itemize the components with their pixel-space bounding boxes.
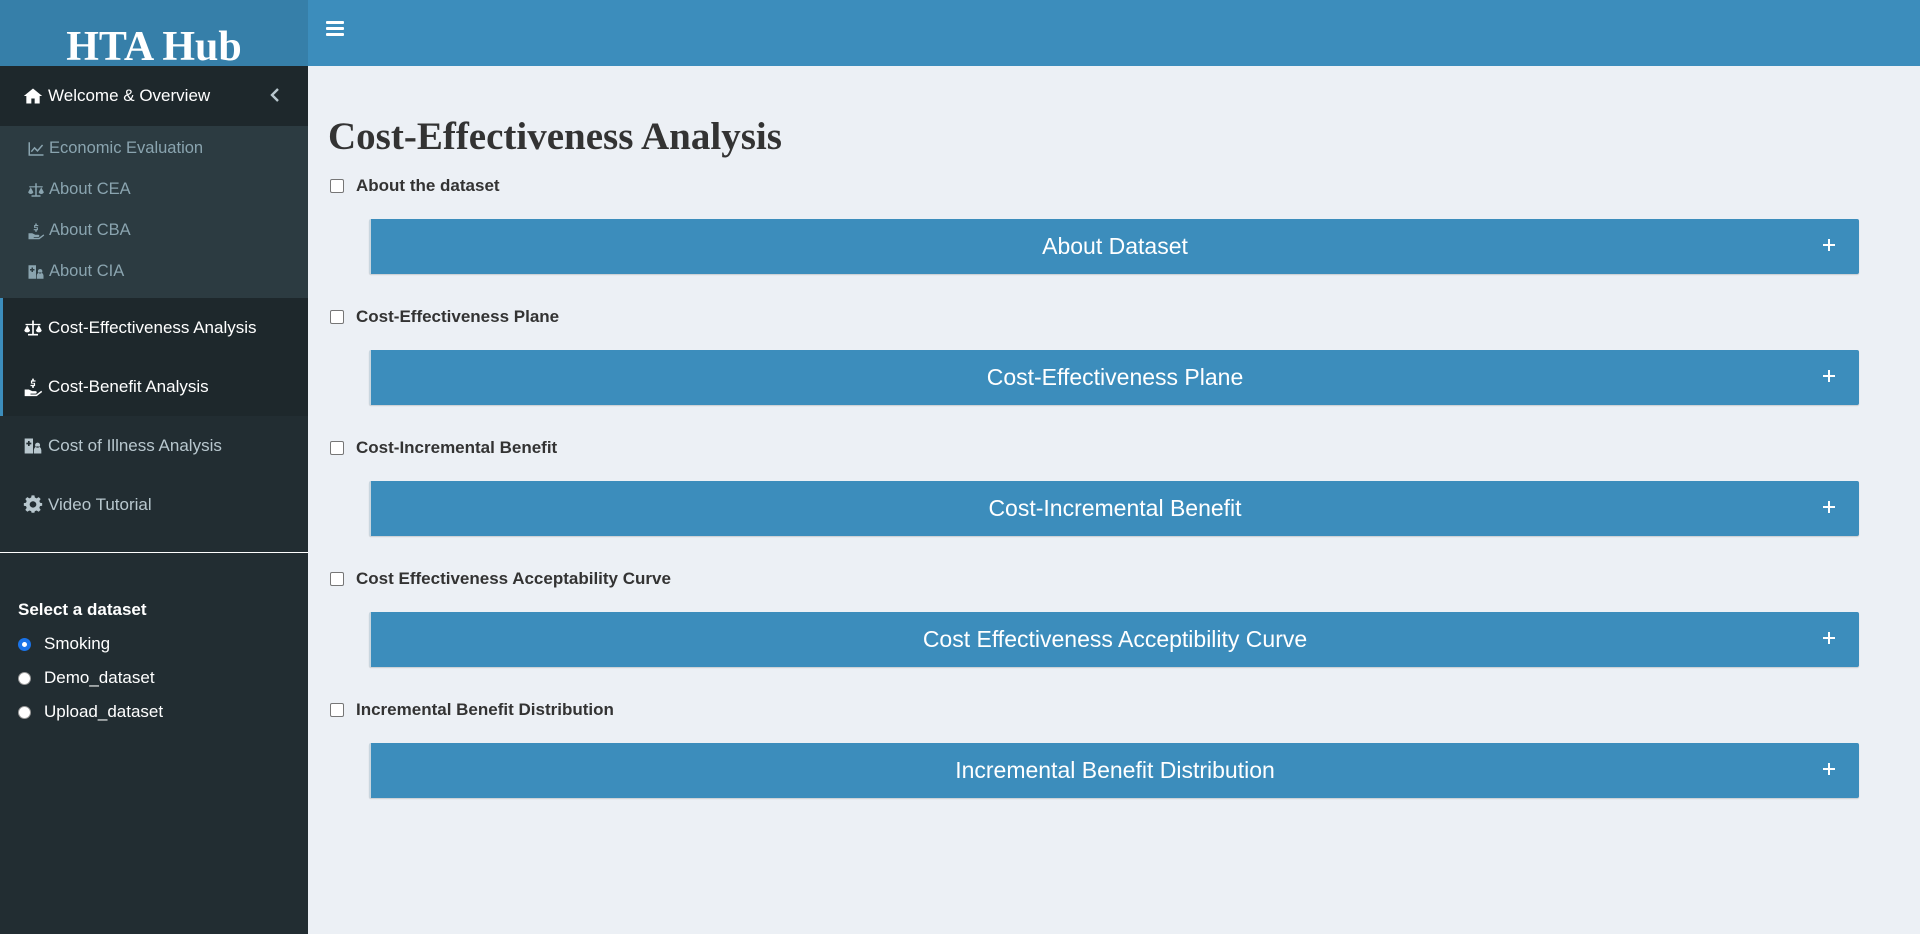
collapsible-box-incremental-benefit-distribution[interactable]: Incremental Benefit Distribution bbox=[369, 743, 1859, 798]
dataset-select-label: Select a dataset bbox=[18, 600, 147, 619]
app-logo[interactable]: HTA Hub bbox=[0, 0, 308, 66]
top-navbar bbox=[308, 0, 1920, 66]
balance-scale-icon bbox=[26, 180, 46, 200]
dataset-option-demo-dataset[interactable]: Demo_dataset bbox=[18, 661, 163, 695]
plus-icon[interactable] bbox=[1821, 761, 1837, 777]
sidebar-divider bbox=[0, 552, 308, 553]
collapsible-box-about-dataset[interactable]: About Dataset bbox=[369, 219, 1859, 274]
radio-button[interactable] bbox=[18, 705, 31, 719]
sidebar-subitem-label: About CEA bbox=[49, 180, 131, 198]
sidebar-item-label: Video Tutorial bbox=[48, 494, 152, 514]
sidebar-item-welcome-overview[interactable]: Welcome & Overview bbox=[0, 66, 308, 126]
chevron-left-icon[interactable] bbox=[268, 86, 282, 104]
checkbox[interactable] bbox=[330, 441, 344, 455]
plus-icon[interactable] bbox=[1821, 237, 1837, 253]
box-title: Cost-Effectiveness Plane bbox=[986, 364, 1244, 390]
sidebar-item-cost-of-illness-analysis[interactable]: Cost of Illness Analysis bbox=[0, 416, 308, 475]
collapsible-box-ceac[interactable]: Cost Effectiveness Acceptibility Curve bbox=[369, 612, 1859, 667]
balance-scale-icon bbox=[22, 317, 44, 339]
checkbox-label: Cost-Incremental Benefit bbox=[356, 438, 558, 457]
section-checkbox-cost-incremental-benefit[interactable]: Cost-Incremental Benefit bbox=[330, 438, 557, 458]
collapsible-box-cost-incremental-benefit[interactable]: Cost-Incremental Benefit bbox=[369, 481, 1859, 536]
checkbox-label: About the dataset bbox=[356, 176, 500, 195]
radio-button[interactable] bbox=[18, 637, 31, 651]
sidebar-item-about-cia[interactable]: About CIA bbox=[0, 251, 308, 292]
checkbox-label: Cost-Effectiveness Plane bbox=[356, 307, 560, 326]
home-icon bbox=[22, 85, 44, 107]
sidebar-item-cost-effectiveness-analysis[interactable]: Cost-Effectiveness Analysis bbox=[0, 298, 308, 357]
sidebar-item-label: Cost-Effectiveness Analysis bbox=[48, 317, 257, 337]
dataset-option-label: Demo_dataset bbox=[44, 668, 155, 687]
checkbox[interactable] bbox=[330, 179, 344, 193]
section-checkbox-ceac[interactable]: Cost Effectiveness Acceptability Curve bbox=[330, 569, 671, 589]
hand-holding-dollar-icon bbox=[22, 376, 44, 398]
section-checkbox-incremental-benefit-distribution[interactable]: Incremental Benefit Distribution bbox=[330, 700, 614, 720]
hospital-user-icon bbox=[26, 262, 46, 282]
plus-icon[interactable] bbox=[1821, 368, 1837, 384]
sidebar-subitem-label: About CIA bbox=[49, 262, 125, 280]
sidebar-item-label: Cost of Illness Analysis bbox=[48, 435, 222, 455]
plus-icon[interactable] bbox=[1821, 499, 1837, 515]
main-content: Cost-Effectiveness Analysis About the da… bbox=[308, 66, 1920, 934]
sidebar-subitem-label: About CBA bbox=[49, 221, 131, 239]
sidebar-item-economic-evaluation[interactable]: Economic Evaluation bbox=[0, 128, 308, 169]
checkbox[interactable] bbox=[330, 310, 344, 324]
checkbox-label: Incremental Benefit Distribution bbox=[356, 700, 614, 719]
sidebar-item-about-cba[interactable]: About CBA bbox=[0, 210, 308, 251]
sidebar-item-about-cea[interactable]: About CEA bbox=[0, 169, 308, 210]
hand-holding-dollar-icon bbox=[26, 221, 46, 241]
line-chart-icon bbox=[26, 139, 46, 159]
box-title: Cost Effectiveness Acceptibility Curve bbox=[922, 626, 1308, 652]
dataset-option-label: Smoking bbox=[44, 634, 111, 653]
checkbox-label: Cost Effectiveness Acceptability Curve bbox=[356, 569, 671, 588]
sidebar-item-video-tutorial[interactable]: Video Tutorial bbox=[0, 475, 308, 534]
collapsible-box-cost-effectiveness-plane[interactable]: Cost-Effectiveness Plane bbox=[369, 350, 1859, 405]
dataset-option-smoking[interactable]: Smoking bbox=[18, 627, 163, 661]
gear-icon bbox=[22, 494, 44, 516]
section-checkbox-about-dataset[interactable]: About the dataset bbox=[330, 176, 500, 196]
app-title: HTA Hub bbox=[66, 24, 242, 66]
box-title: About Dataset bbox=[1042, 233, 1188, 259]
sidebar-item-label: Cost-Benefit Analysis bbox=[48, 376, 209, 396]
sidebar: Welcome & Overview Economic Evaluation A… bbox=[0, 66, 308, 934]
radio-button[interactable] bbox=[18, 671, 31, 685]
box-title: Cost-Incremental Benefit bbox=[988, 495, 1242, 521]
dataset-option-label: Upload_dataset bbox=[44, 702, 164, 721]
hospital-user-icon bbox=[22, 435, 44, 457]
checkbox[interactable] bbox=[330, 703, 344, 717]
submenu-welcome-overview: Economic Evaluation About CEA About CBA … bbox=[0, 126, 308, 298]
sidebar-subitem-label: Economic Evaluation bbox=[49, 139, 204, 157]
dataset-option-upload-dataset[interactable]: Upload_dataset bbox=[18, 695, 163, 729]
sidebar-item-cost-benefit-analysis[interactable]: Cost-Benefit Analysis bbox=[0, 357, 308, 416]
sidebar-toggle-icon[interactable] bbox=[326, 21, 344, 37]
plus-icon[interactable] bbox=[1821, 630, 1837, 646]
page-title: Cost-Effectiveness Analysis bbox=[328, 115, 782, 158]
sidebar-item-label: Welcome & Overview bbox=[48, 86, 211, 105]
box-title: Incremental Benefit Distribution bbox=[955, 757, 1275, 783]
section-checkbox-cost-effectiveness-plane[interactable]: Cost-Effectiveness Plane bbox=[330, 307, 559, 327]
dataset-radio-group: Smoking Demo_dataset Upload_dataset bbox=[18, 627, 163, 729]
checkbox[interactable] bbox=[330, 572, 344, 586]
